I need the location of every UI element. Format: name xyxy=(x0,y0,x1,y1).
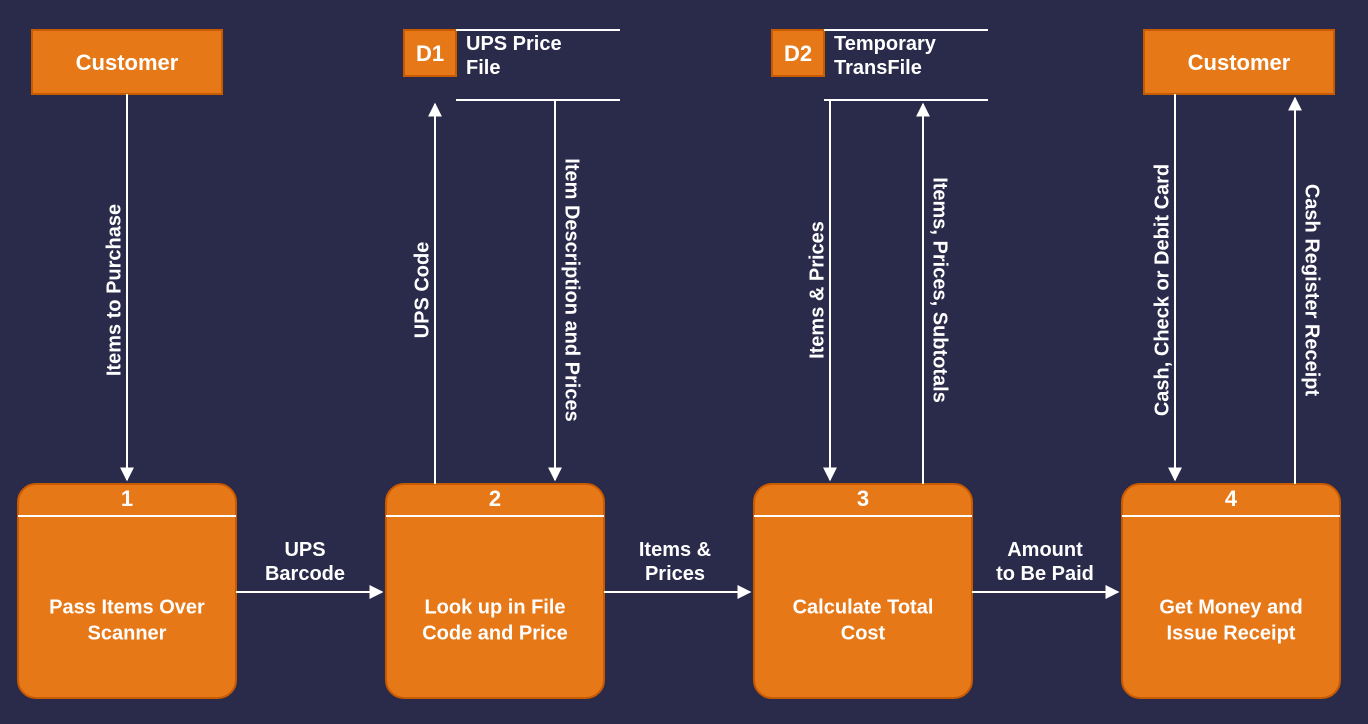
flow-cash-check-debit-label: Cash, Check or Debit Card xyxy=(1151,164,1173,416)
flow-amount-paid: Amount to Be Paid xyxy=(972,539,1118,592)
process-2-label2: Code and Price xyxy=(422,622,568,644)
flow-cash-check-debit: Cash, Check or Debit Card xyxy=(1151,94,1175,480)
flow-receipt-label: Cash Register Receipt xyxy=(1301,184,1323,397)
flow-items-to-purchase: Items to Purchase xyxy=(103,94,127,480)
flow-amount-paid-label2: to Be Paid xyxy=(996,563,1094,585)
process-1-num: 1 xyxy=(121,486,133,511)
flow-ups-barcode: UPS Barcode xyxy=(236,539,382,592)
datastore-d2-id: D2 xyxy=(784,41,812,66)
entity-customer-left: Customer xyxy=(32,30,222,94)
dfd-diagram: Customer Customer D1 UPS Price File D2 T… xyxy=(0,0,1368,724)
entity-customer-right: Customer xyxy=(1144,30,1334,94)
flow-item-description-label: Item Description and Prices xyxy=(561,158,583,421)
flow-receipt: Cash Register Receipt xyxy=(1295,98,1323,484)
flow-items-to-purchase-label: Items to Purchase xyxy=(103,204,125,376)
process-2-label1: Look up in File xyxy=(424,596,565,618)
process-2-num: 2 xyxy=(489,486,501,511)
datastore-d1-label2: File xyxy=(466,57,500,79)
process-1: 1 Pass Items Over Scanner xyxy=(18,484,236,698)
process-4-label1: Get Money and xyxy=(1159,596,1302,618)
flow-ups-code: UPS Code xyxy=(411,104,435,484)
process-1-label2: Scanner xyxy=(88,622,167,644)
process-2: 2 Look up in File Code and Price xyxy=(386,484,604,698)
datastore-d1-id: D1 xyxy=(416,41,444,66)
flow-amount-paid-label1: Amount xyxy=(1007,539,1083,561)
flow-items-prices-h-label2: Prices xyxy=(645,563,705,585)
flow-items-prices-h-label1: Items & xyxy=(639,539,711,561)
process-1-label1: Pass Items Over xyxy=(49,596,205,618)
process-4-label2: Issue Receipt xyxy=(1167,622,1296,644)
process-4: 4 Get Money and Issue Receipt xyxy=(1122,484,1340,698)
flow-ups-barcode-label2: Barcode xyxy=(265,563,345,585)
flow-ups-code-label: UPS Code xyxy=(411,242,433,339)
flow-ups-barcode-label1: UPS xyxy=(284,539,325,561)
process-3-label1: Calculate Total xyxy=(793,596,934,618)
flow-d2-to-p3-label: Items & Prices xyxy=(806,221,828,359)
process-3-label2: Cost xyxy=(841,622,886,644)
process-3-num: 3 xyxy=(857,486,869,511)
datastore-d2-label2: TransFile xyxy=(834,57,922,79)
flow-d2-to-p3: Items & Prices xyxy=(806,100,830,480)
process-3: 3 Calculate Total Cost xyxy=(754,484,972,698)
datastore-d1-label1: UPS Price xyxy=(466,33,562,55)
datastore-d1: D1 UPS Price File xyxy=(404,30,620,100)
datastore-d2: D2 Temporary TransFile xyxy=(772,30,988,100)
entity-customer-right-label: Customer xyxy=(1188,50,1291,75)
flow-item-description: Item Description and Prices xyxy=(555,100,583,480)
process-4-num: 4 xyxy=(1225,486,1238,511)
entity-customer-left-label: Customer xyxy=(76,50,179,75)
flow-p3-to-d2: Items, Prices, Subtotals xyxy=(923,104,951,484)
datastore-d2-label1: Temporary xyxy=(834,33,937,55)
flow-items-prices-h: Items & Prices xyxy=(604,539,750,592)
flow-p3-to-d2-label: Items, Prices, Subtotals xyxy=(929,177,951,403)
